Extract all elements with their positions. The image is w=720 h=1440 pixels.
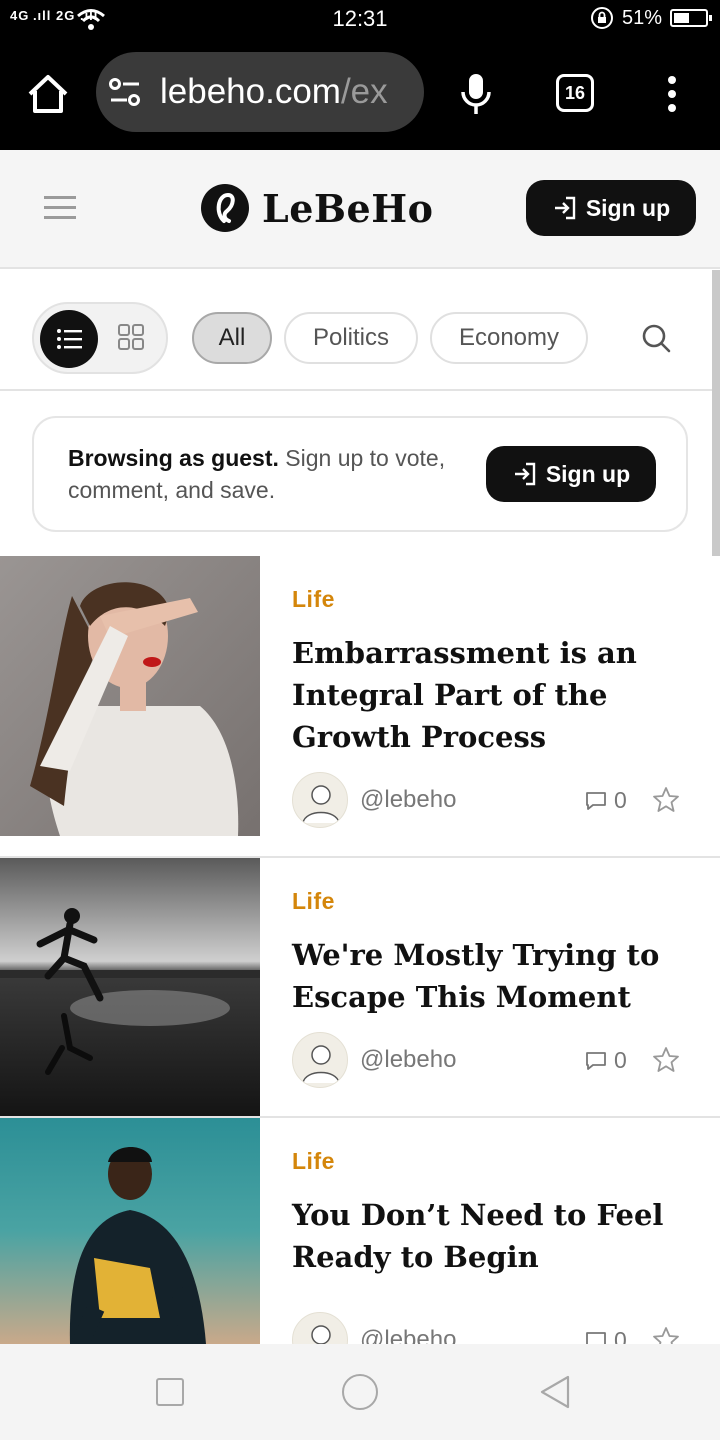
logo-text: LeBeHo — [262, 185, 434, 231]
author-avatar[interactable] — [292, 772, 348, 828]
star-icon[interactable] — [652, 1046, 680, 1074]
banner-signup-label: Sign up — [545, 460, 631, 487]
back-icon[interactable] — [538, 1374, 572, 1410]
article-card[interactable]: Life You Don’t Need to Feel Ready to Beg… — [0, 1118, 720, 1368]
article-card[interactable]: Life Embarrassment is an Integral Part o… — [0, 556, 720, 858]
chips-fade — [592, 310, 626, 366]
article-title[interactable]: We're Mostly Trying to Escape This Momen… — [292, 934, 692, 1018]
home-nav-button[interactable] — [342, 1374, 378, 1410]
article-thumbnail[interactable] — [0, 858, 260, 1116]
avatar-illustration — [302, 785, 340, 824]
view-toggle — [32, 302, 168, 374]
guest-banner: Browsing as guest. Sign up to vote, comm… — [32, 416, 688, 532]
chip-all[interactable]: All — [192, 312, 272, 364]
banner-signup-button[interactable]: Sign up — [486, 446, 656, 502]
home-icon[interactable] — [24, 72, 72, 116]
header-signup-label: Sign up — [585, 194, 671, 221]
menu-icon[interactable] — [44, 194, 76, 222]
browser-toolbar: lebeho.com/ex 16 — [0, 38, 720, 150]
filter-bar: All Politics Economy — [0, 270, 712, 391]
battery-percent: 51% — [621, 6, 662, 29]
chip-economy[interactable]: Economy — [430, 312, 588, 364]
list-view-button[interactable] — [40, 310, 98, 368]
article-card[interactable]: Life We're Mostly Trying to Escape This … — [0, 858, 720, 1118]
site-logo[interactable]: LeBeHo — [200, 183, 433, 233]
tab-switcher-button[interactable]: 16 — [556, 74, 594, 112]
logo-mark-icon — [201, 184, 249, 232]
battery-icon — [670, 9, 712, 27]
grid-view-icon[interactable] — [116, 322, 146, 352]
article-title[interactable]: Embarrassment is an Integral Part of the… — [292, 632, 692, 758]
article-category[interactable]: Life — [292, 586, 335, 613]
author-avatar[interactable] — [292, 1032, 348, 1088]
url-bar[interactable]: lebeho.com/ex — [96, 52, 424, 132]
login-icon — [554, 196, 576, 220]
rotation-lock-icon — [590, 7, 613, 29]
comment-icon — [586, 791, 606, 810]
author-handle[interactable]: @lebeho — [360, 786, 456, 814]
mic-icon[interactable] — [458, 72, 494, 116]
url-text: lebeho.com/ex — [160, 72, 388, 111]
guest-message: Browsing as guest. Sign up to vote, comm… — [68, 445, 446, 503]
chip-politics[interactable]: Politics — [284, 312, 418, 364]
login-icon — [514, 462, 536, 486]
list-icon — [57, 329, 82, 349]
system-nav-bar — [0, 1344, 720, 1440]
status-bar: 4G .ıll 2G .ıll 12:31 51% — [0, 0, 720, 38]
star-icon[interactable] — [652, 786, 680, 814]
article-thumbnail[interactable] — [0, 1118, 260, 1344]
header-signup-button[interactable]: Sign up — [526, 180, 696, 236]
article-thumbnail[interactable] — [0, 556, 260, 836]
article-title[interactable]: You Don’t Need to Feel Ready to Begin — [292, 1194, 692, 1278]
article-category[interactable]: Life — [292, 888, 335, 915]
search-icon[interactable] — [640, 322, 672, 354]
article-category[interactable]: Life — [292, 1148, 335, 1175]
comment-count[interactable]: 0 — [584, 1047, 627, 1074]
comment-count[interactable]: 0 — [584, 787, 627, 814]
author-handle[interactable]: @lebeho — [360, 1046, 456, 1074]
comment-icon — [586, 1051, 606, 1070]
site-header: LeBeHo Sign up — [0, 150, 720, 269]
site-settings-icon[interactable] — [108, 76, 142, 108]
avatar-illustration — [302, 1045, 340, 1084]
more-icon[interactable] — [660, 74, 684, 114]
recent-apps-button[interactable] — [156, 1378, 184, 1406]
